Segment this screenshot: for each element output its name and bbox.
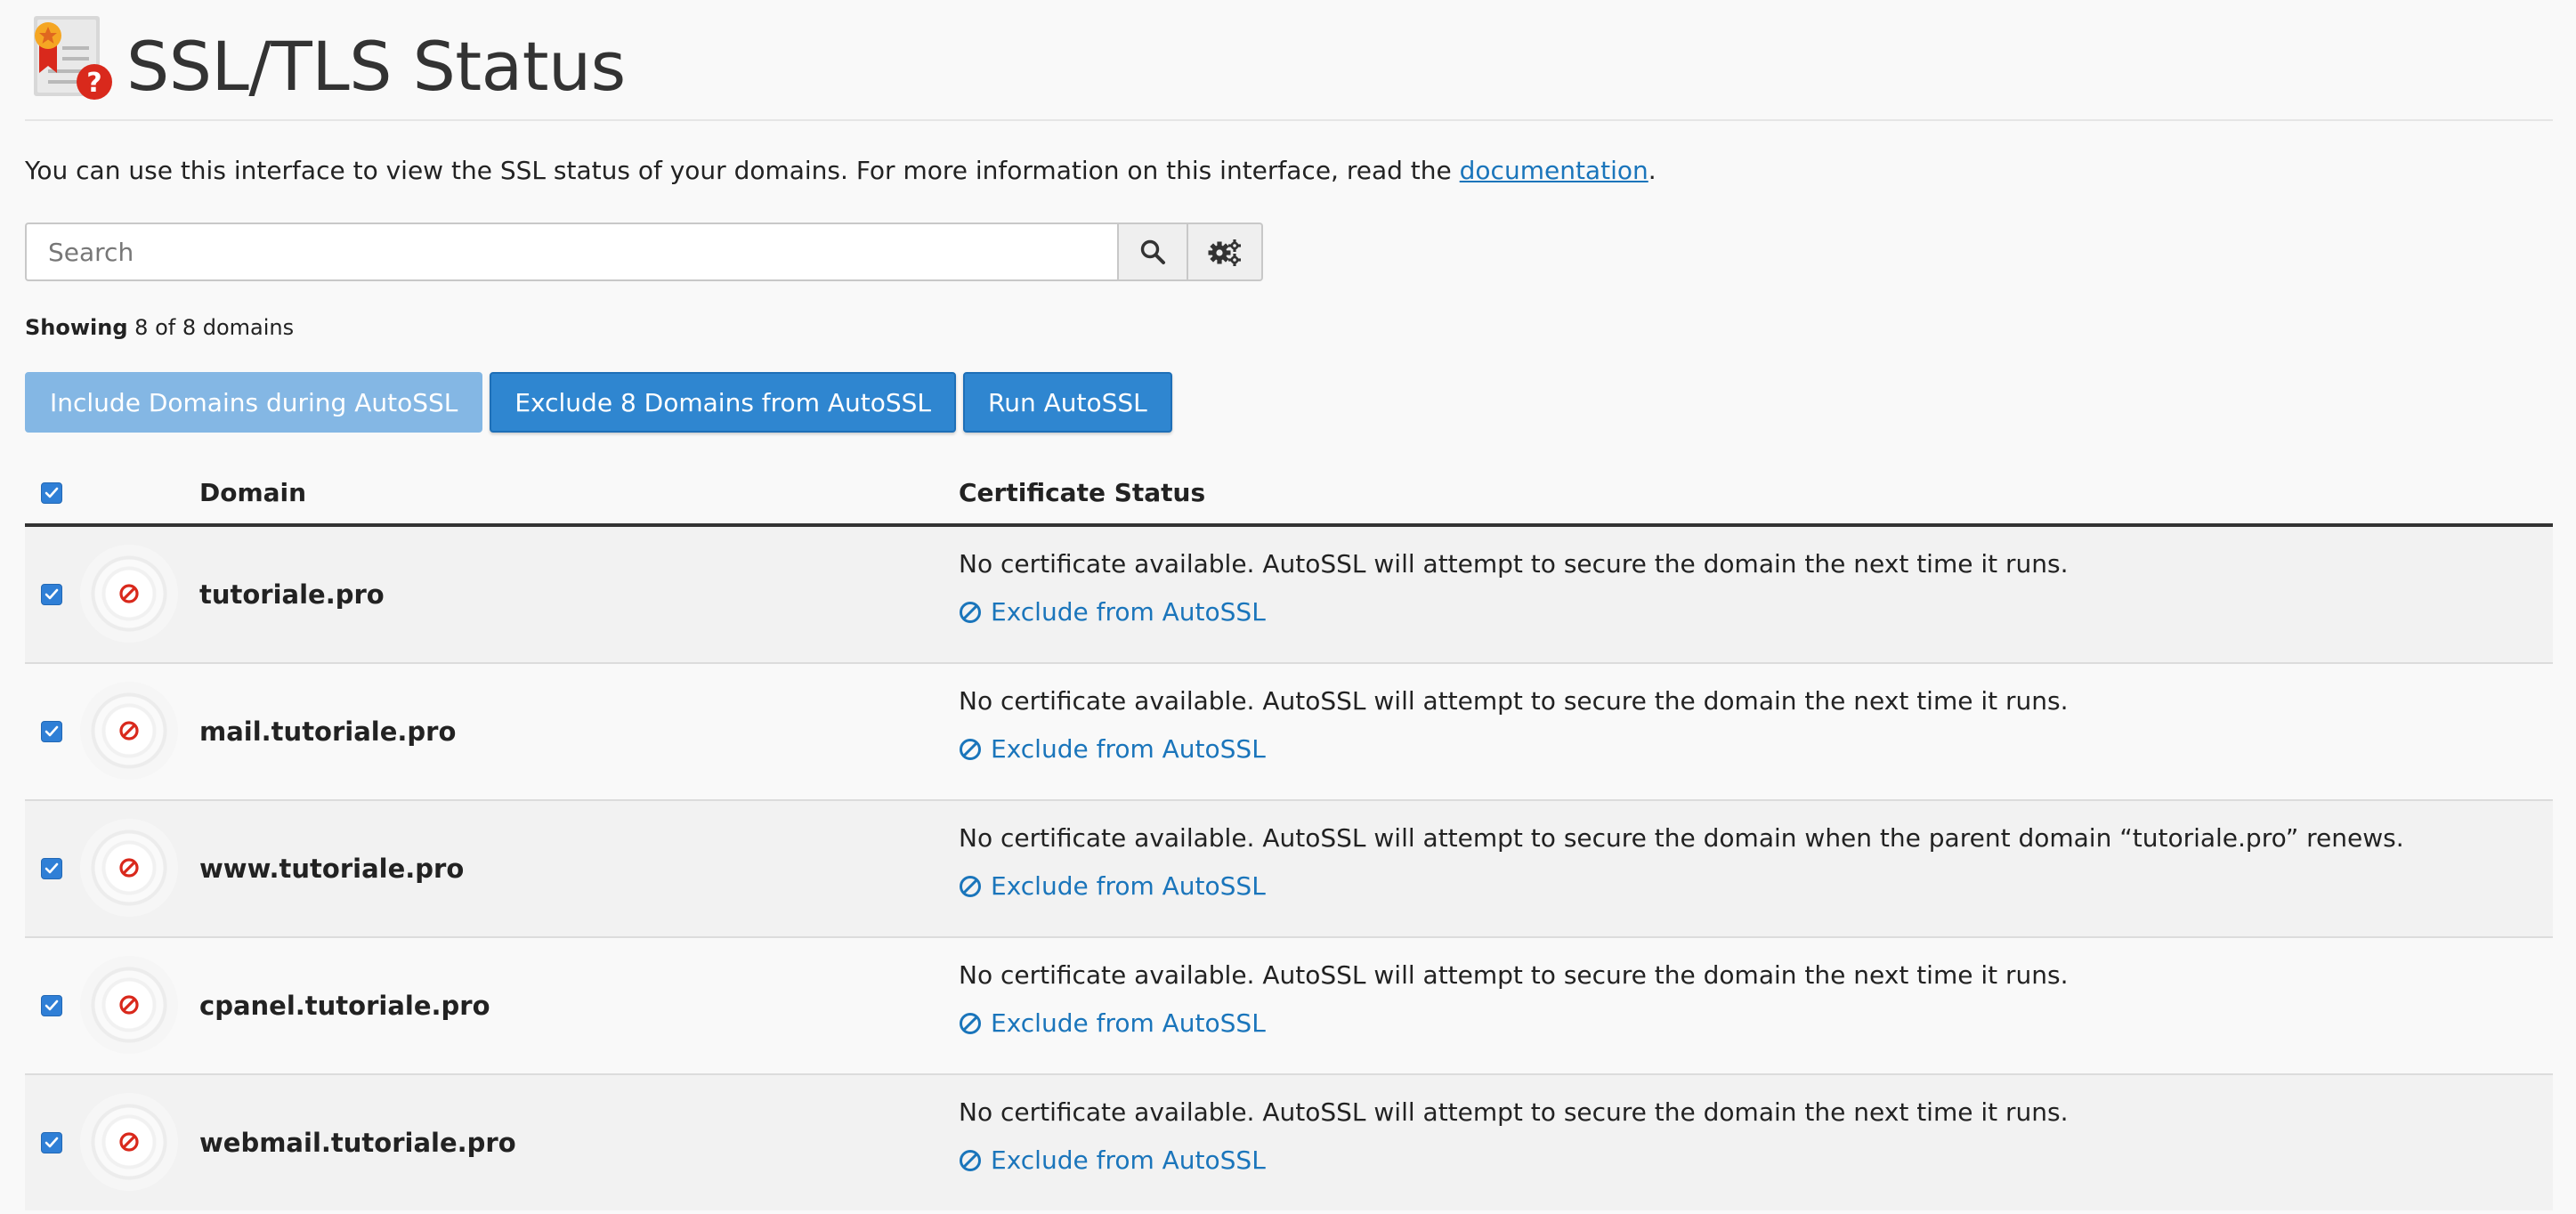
row-checkbox[interactable] (41, 995, 62, 1016)
ban-icon (960, 1150, 981, 1171)
checkmark-icon (45, 725, 59, 737)
certificate-question-icon: ? (34, 16, 112, 100)
status-badge (80, 682, 178, 780)
row-checkbox[interactable] (41, 584, 62, 605)
ban-icon (960, 739, 981, 760)
exclude-from-autossl-link[interactable]: Exclude from AutoSSL (959, 595, 1266, 630)
table-row: www.tutoriale.pro No certificate availab… (25, 801, 2553, 938)
ssl-tls-status-page: ? SSL/TLS Status You can use this interf… (25, 0, 2553, 1210)
ban-icon (960, 1013, 981, 1034)
exclude-link-label: Exclude from AutoSSL (991, 597, 1266, 627)
domain-name: mail.tutoriale.pro (199, 716, 457, 747)
intro-suffix: . (1648, 156, 1657, 185)
table-row: tutoriale.pro No certificate available. … (25, 527, 2553, 664)
documentation-link[interactable]: documentation (1460, 156, 1648, 185)
certificate-status-text: No certificate available. AutoSSL will a… (959, 1097, 2069, 1127)
ban-icon (960, 876, 981, 897)
search-group (25, 223, 1263, 281)
ban-icon (119, 584, 139, 603)
settings-button[interactable] (1188, 223, 1263, 281)
domain-name: webmail.tutoriale.pro (199, 1128, 516, 1158)
select-all-checkbox[interactable] (41, 482, 62, 504)
status-badge (80, 545, 178, 643)
run-autossl-button[interactable]: Run AutoSSL (963, 372, 1172, 433)
domain-name: www.tutoriale.pro (199, 854, 465, 884)
exclude-link-label: Exclude from AutoSSL (991, 1145, 1266, 1175)
checkmark-icon (45, 487, 59, 498)
ban-icon (119, 1132, 139, 1152)
svg-text:?: ? (86, 68, 101, 99)
status-badge (80, 1093, 178, 1191)
ban-icon (960, 602, 981, 623)
ban-icon (119, 721, 139, 741)
showing-count: Showing 8 of 8 domains (25, 312, 294, 344)
intro-text: You can use this interface to view the S… (25, 153, 1657, 189)
gears-icon (1208, 239, 1241, 266)
checkmark-icon (45, 588, 59, 600)
row-checkbox[interactable] (41, 1132, 62, 1153)
exclude-domains-button[interactable]: Exclude 8 Domains from AutoSSL (490, 372, 957, 433)
page-title: SSL/TLS Status (126, 27, 626, 106)
checkmark-icon (45, 862, 59, 874)
showing-label: Showing (25, 315, 128, 340)
intro-description: You can use this interface to view the S… (25, 156, 1460, 185)
exclude-from-autossl-link[interactable]: Exclude from AutoSSL (959, 1006, 1266, 1041)
checkmark-icon (45, 1000, 59, 1011)
exclude-link-label: Exclude from AutoSSL (991, 871, 1266, 901)
action-buttons: Include Domains during AutoSSL Exclude 8… (25, 372, 1172, 433)
status-badge (80, 819, 178, 917)
include-domains-button[interactable]: Include Domains during AutoSSL (25, 372, 483, 433)
exclude-link-label: Exclude from AutoSSL (991, 734, 1266, 764)
domain-name: tutoriale.pro (199, 579, 385, 610)
certificate-status-text: No certificate available. AutoSSL will a… (959, 686, 2069, 716)
certificate-status-text: No certificate available. AutoSSL will a… (959, 549, 2069, 579)
exclude-from-autossl-link[interactable]: Exclude from AutoSSL (959, 869, 1266, 904)
search-button[interactable] (1117, 223, 1188, 281)
column-header-domain[interactable]: Domain (199, 475, 306, 511)
search-input[interactable] (25, 223, 1117, 281)
ban-icon (119, 995, 139, 1015)
table-row: mail.tutoriale.pro No certificate availa… (25, 664, 2553, 801)
showing-text: 8 of 8 domains (134, 315, 295, 340)
table-row: cpanel.tutoriale.pro No certificate avai… (25, 938, 2553, 1075)
row-checkbox[interactable] (41, 858, 62, 879)
domains-table: Domain Certificate Status tutoriale.pro … (25, 461, 2553, 1210)
column-header-certificate-status[interactable]: Certificate Status (959, 475, 1205, 511)
table-row: webmail.tutoriale.pro No certificate ava… (25, 1075, 2553, 1210)
table-header: Domain Certificate Status (25, 461, 2553, 527)
checkmark-icon (45, 1137, 59, 1148)
ban-icon (119, 858, 139, 878)
row-checkbox[interactable] (41, 721, 62, 742)
exclude-from-autossl-link[interactable]: Exclude from AutoSSL (959, 732, 1266, 767)
certificate-status-text: No certificate available. AutoSSL will a… (959, 823, 2404, 853)
exclude-from-autossl-link[interactable]: Exclude from AutoSSL (959, 1143, 1266, 1178)
exclude-link-label: Exclude from AutoSSL (991, 1008, 1266, 1038)
certificate-status-text: No certificate available. AutoSSL will a… (959, 960, 2069, 990)
status-badge (80, 956, 178, 1054)
page-header: ? SSL/TLS Status (25, 0, 2553, 121)
domain-name: cpanel.tutoriale.pro (199, 991, 490, 1021)
search-icon (1140, 239, 1165, 264)
